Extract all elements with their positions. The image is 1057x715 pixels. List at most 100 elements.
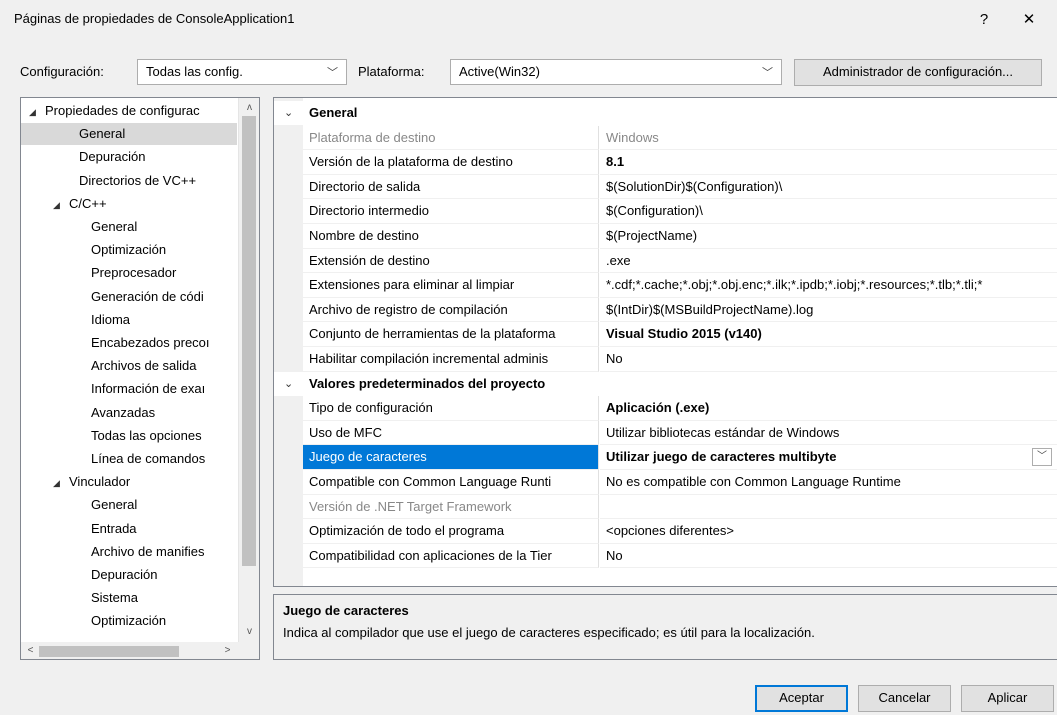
tree-item[interactable]: Información de exaı: [21, 378, 237, 400]
expand-arrow-icon[interactable]: ◢: [53, 472, 65, 493]
tree-item-label: Depuración: [91, 567, 158, 582]
scroll-left-icon[interactable]: <: [22, 642, 39, 659]
tree-item[interactable]: General: [21, 494, 237, 516]
dropdown-arrow-icon[interactable]: ﹀: [1032, 448, 1052, 467]
apply-button[interactable]: Aplicar: [961, 685, 1054, 712]
scroll-up-icon[interactable]: ʌ: [241, 99, 258, 116]
tree-item-label: Línea de comandos: [91, 451, 206, 466]
tree-item[interactable]: Avanzadas: [21, 402, 237, 424]
scroll-right-icon[interactable]: >: [219, 642, 236, 659]
property-value[interactable]: <opciones diferentes>: [600, 519, 1057, 544]
property-name: Directorio intermedio: [303, 199, 599, 224]
title-bar: Páginas de propiedades de ConsoleApplica…: [0, 0, 1057, 40]
tree-item-label: Depuración: [79, 149, 146, 165]
property-tree[interactable]: ◢ Propiedades de configurac General Depurac…: [20, 97, 260, 660]
tree-item[interactable]: ◢ Propiedades de configurac: [21, 100, 237, 122]
property-row[interactable]: Versión de .NET Target Framework: [274, 494, 1057, 520]
property-value[interactable]: Utilizar bibliotecas estándar de Windows: [600, 421, 1057, 446]
expand-arrow-icon[interactable]: ◢: [29, 101, 41, 122]
property-grid[interactable]: ⌄ General Plataforma de destino Windows Vers…: [273, 97, 1057, 587]
tree-item-label: Directorios de VC++: [79, 172, 197, 188]
config-manager-button[interactable]: Administrador de configuración...: [794, 59, 1042, 86]
tree-item-label: General: [79, 126, 126, 142]
property-row[interactable]: Directorio de salida $(SolutionDir)$(Conf…: [274, 174, 1057, 200]
property-row[interactable]: Juego de caracteres Utilizar juego de car…: [274, 445, 1057, 470]
tree-item-label: Encabezados precoı: [91, 335, 210, 350]
tree-item[interactable]: General: [21, 216, 237, 238]
tree-item[interactable]: Depuración: [21, 146, 237, 168]
property-row[interactable]: Nombre de destino $(ProjectName): [274, 224, 1057, 249]
config-select[interactable]: Todas las config. ﹀: [137, 59, 347, 85]
property-value[interactable]: Windows: [600, 126, 1057, 151]
property-value[interactable]: Aplicación (.exe): [600, 396, 1057, 421]
tree-hscroll-thumb[interactable]: [39, 646, 179, 657]
property-row[interactable]: Directorio intermedio $(Configuration)\: [274, 199, 1057, 224]
tree-scroll-thumb[interactable]: [242, 116, 256, 566]
tree-item[interactable]: Todas las opciones: [21, 425, 237, 447]
property-row[interactable]: Compatibilidad con aplicaciones de la Ti…: [274, 543, 1057, 569]
tree-item[interactable]: Optimización: [21, 610, 237, 632]
scroll-down-icon[interactable]: v: [241, 623, 258, 640]
tree-item[interactable]: ◢ C/C++: [21, 193, 237, 215]
tree-item-label: Avanzadas: [91, 404, 156, 420]
tree-item[interactable]: Generación de códi: [21, 286, 237, 308]
tree-item[interactable]: General: [21, 123, 237, 146]
collapse-chevron-icon[interactable]: ⌄: [284, 101, 293, 125]
tree-item-label: General: [91, 497, 138, 513]
property-row[interactable]: Extensiones para eliminar al limpiar *.cd…: [274, 273, 1057, 298]
property-value[interactable]: $(IntDir)$(MSBuildProjectName).log: [600, 298, 1057, 323]
property-value[interactable]: $(Configuration)\: [600, 199, 1057, 224]
property-row[interactable]: Plataforma de destino Windows: [274, 125, 1057, 151]
property-name: Compatibilidad con aplicaciones de la Ti…: [303, 543, 599, 569]
property-row[interactable]: Uso de MFC Utilizar bibliotecas estándar …: [274, 420, 1057, 446]
property-value[interactable]: No: [600, 347, 1057, 372]
property-row[interactable]: Compatible con Common Language Runti No e…: [274, 470, 1057, 495]
tree-item[interactable]: Línea de comandos: [21, 448, 237, 470]
property-row[interactable]: Optimización de todo el programa <opcione…: [274, 519, 1057, 544]
category-header[interactable]: ⌄ General: [274, 101, 1057, 125]
cancel-button[interactable]: Cancelar: [858, 685, 951, 712]
property-value[interactable]: Utilizar juego de caracteres multibyte: [600, 445, 1057, 470]
property-row[interactable]: Tipo de configuración Aplicación (.exe): [274, 396, 1057, 421]
property-value[interactable]: Visual Studio 2015 (v140): [600, 322, 1057, 347]
property-value[interactable]: No es compatible con Common Language Run…: [600, 470, 1057, 495]
expand-arrow-icon[interactable]: ◢: [53, 194, 65, 215]
tree-item[interactable]: Directorios de VC++: [21, 170, 237, 192]
property-row[interactable]: Versión de la plataforma de destino 8.1: [274, 150, 1057, 175]
category-title: General: [309, 105, 358, 120]
property-value[interactable]: [600, 495, 1057, 520]
tree-item[interactable]: Optimización: [21, 239, 237, 261]
property-value[interactable]: No: [600, 544, 1057, 569]
property-name: Optimización de todo el programa: [303, 519, 599, 544]
property-value[interactable]: $(ProjectName): [600, 224, 1057, 249]
description-text: Indica al compilador que use el juego de…: [283, 625, 815, 640]
tree-item[interactable]: Sistema: [21, 587, 237, 609]
property-value[interactable]: 8.1: [600, 150, 1057, 175]
tree-item[interactable]: Preprocesador: [21, 262, 237, 284]
category-header[interactable]: ⌄ Valores predeterminados del proyecto: [274, 371, 1057, 396]
window-title: Páginas de propiedades de ConsoleApplica…: [14, 11, 295, 26]
property-value[interactable]: .exe: [600, 249, 1057, 274]
collapse-chevron-icon[interactable]: ⌄: [284, 372, 293, 396]
tree-item[interactable]: Archivo de manifies: [21, 541, 237, 563]
tree-item[interactable]: Archivos de salida: [21, 355, 237, 377]
property-value[interactable]: $(SolutionDir)$(Configuration)\: [600, 175, 1057, 200]
tree-item-label: Sistema: [91, 590, 138, 606]
property-value[interactable]: *.cdf;*.cache;*.obj;*.obj.enc;*.ilk;*.ip…: [600, 273, 1057, 298]
property-row[interactable]: Conjunto de herramientas de la plataform…: [274, 322, 1057, 347]
property-name: Juego de caracteres: [303, 445, 599, 470]
property-row[interactable]: Archivo de registro de compilación $(IntD…: [274, 297, 1057, 323]
platform-select[interactable]: Active(Win32) ﹀: [450, 59, 782, 85]
ok-button[interactable]: Aceptar: [755, 685, 848, 712]
tree-item-label: Generación de códi: [91, 288, 204, 304]
property-row[interactable]: Extensión de destino .exe: [274, 248, 1057, 274]
property-name: Uso de MFC: [303, 420, 599, 446]
property-row[interactable]: Habilitar compilación incremental admini…: [274, 347, 1057, 372]
tree-item[interactable]: Depuración: [21, 564, 237, 586]
help-icon[interactable]: ?: [968, 6, 1000, 34]
tree-item[interactable]: Entrada: [21, 518, 237, 540]
tree-item[interactable]: Idioma: [21, 309, 237, 331]
tree-item[interactable]: ◢ Vinculador: [21, 471, 237, 493]
tree-item[interactable]: Encabezados precoı: [21, 332, 237, 354]
close-icon[interactable]: ✕: [1013, 6, 1045, 34]
